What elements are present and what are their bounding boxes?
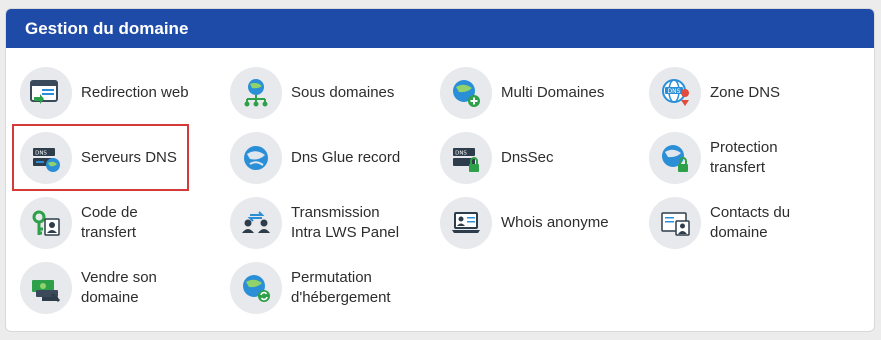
tile-contacts-du-domaine[interactable]: Contacts du domaine	[649, 197, 790, 249]
tile-label: Contacts du domaine	[710, 204, 791, 241]
tile-protection-transfert[interactable]: Protection transfert	[649, 132, 778, 184]
svg-text:DNS: DNS	[35, 151, 47, 157]
tile-permutation-hebergement[interactable]: Permutation d'hébergement	[230, 262, 391, 314]
dns-globe-pin-icon: DNS	[649, 67, 701, 119]
contact-card-icon	[649, 197, 701, 249]
panel-title: Gestion du domaine	[6, 9, 874, 48]
users-transfer-icon	[230, 197, 282, 249]
sell-money-icon	[20, 262, 72, 314]
tile-redirection-web[interactable]: Redirection web	[20, 67, 189, 119]
tile-serveurs-dns[interactable]: DNS Serveurs DNS	[20, 132, 177, 184]
globe-glue-icon	[230, 132, 282, 184]
dns-server-icon: DNS	[20, 132, 72, 184]
tile-sous-domaines[interactable]: Sous domaines	[230, 67, 394, 119]
tile-label: Dns Glue record	[291, 149, 401, 166]
tile-zone-dns[interactable]: DNS Zone DNS	[649, 67, 780, 119]
tile-transmission[interactable]: Transmission Intra LWS Panel	[230, 197, 399, 249]
browser-redirect-icon	[20, 67, 72, 119]
tile-label: Redirection web	[81, 84, 189, 101]
key-user-icon	[20, 197, 72, 249]
tile-multi-domaines[interactable]: Multi Domaines	[440, 67, 604, 119]
globe-lock-icon	[649, 132, 701, 184]
tile-label: Protection transfert	[710, 139, 778, 176]
tile-label: DnsSec	[501, 149, 554, 166]
tile-vendre-son-domaine[interactable]: Vendre son domaine	[20, 262, 157, 314]
tile-label: Permutation d'hébergement	[291, 269, 391, 306]
tile-label: Transmission Intra LWS Panel	[291, 204, 400, 241]
svg-text:DNS: DNS	[668, 88, 681, 95]
tile-label: Multi Domaines	[501, 84, 605, 101]
tile-label: Serveurs DNS	[81, 149, 177, 166]
tile-dnssec[interactable]: DNS DnsSec	[440, 132, 554, 184]
globe-subdomains-icon	[230, 67, 282, 119]
laptop-anonymous-icon	[440, 197, 492, 249]
tile-label: Code de transfert	[81, 204, 138, 241]
tile-code-de-transfert[interactable]: Code de transfert	[20, 197, 138, 249]
globe-swap-icon	[230, 262, 282, 314]
tile-dns-glue-record[interactable]: Dns Glue record	[230, 132, 400, 184]
tile-label: Zone DNS	[710, 84, 781, 101]
tile-label: Vendre son domaine	[81, 269, 157, 306]
tile-whois-anonyme[interactable]: Whois anonyme	[440, 197, 609, 249]
svg-text:DNS: DNS	[455, 151, 467, 157]
tile-label: Sous domaines	[291, 84, 395, 101]
globe-plus-icon	[440, 67, 492, 119]
dns-lock-icon: DNS	[440, 132, 492, 184]
tile-label: Whois anonyme	[501, 214, 609, 231]
